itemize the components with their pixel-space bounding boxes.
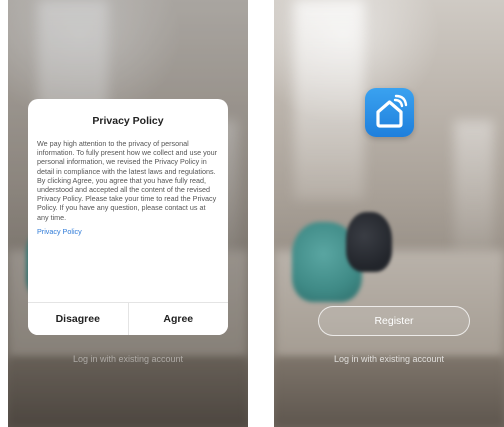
dialog-body-text: We pay high attention to the privacy of … bbox=[37, 139, 218, 222]
welcome-screen: Register Log in with existing account bbox=[274, 0, 504, 427]
background-floor bbox=[274, 357, 504, 427]
login-existing-account-link[interactable]: Log in with existing account bbox=[274, 354, 504, 364]
background-lamp bbox=[454, 120, 494, 270]
privacy-policy-link[interactable]: Privacy Policy bbox=[37, 227, 219, 236]
privacy-policy-dialog: Privacy Policy We pay high attention to … bbox=[28, 99, 228, 335]
background-cat bbox=[346, 212, 392, 272]
privacy-policy-screen: Privacy Policy We pay high attention to … bbox=[8, 0, 248, 427]
smart-home-icon bbox=[365, 88, 414, 137]
register-button[interactable]: Register bbox=[318, 306, 470, 336]
disagree-button[interactable]: Disagree bbox=[28, 303, 128, 335]
dialog-title: Privacy Policy bbox=[92, 115, 164, 127]
login-existing-account-link[interactable]: Log in with existing account bbox=[8, 354, 248, 364]
background-window bbox=[294, 0, 364, 200]
dialog-actions: Disagree Agree bbox=[28, 302, 228, 335]
agree-button[interactable]: Agree bbox=[127, 303, 228, 335]
